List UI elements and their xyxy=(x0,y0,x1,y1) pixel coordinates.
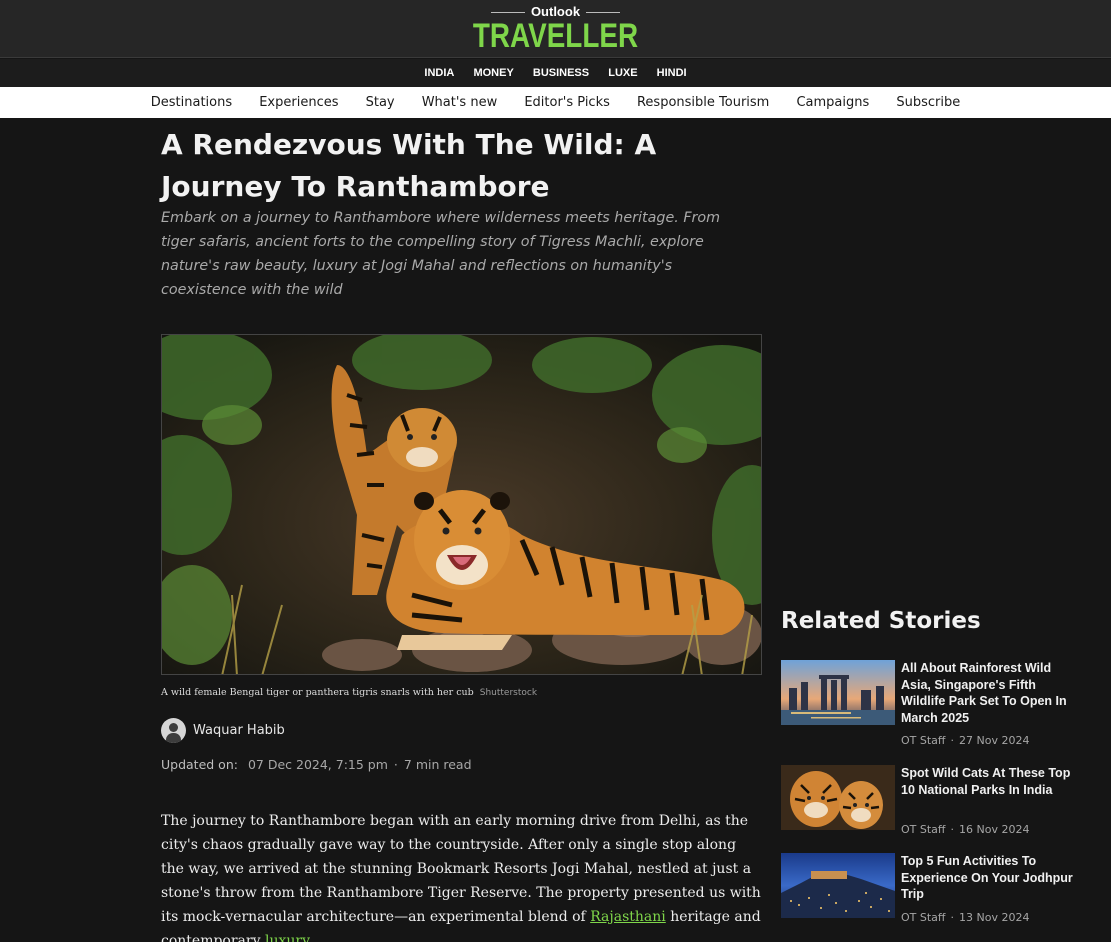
meta-dot: · xyxy=(950,823,955,836)
related-story-title[interactable]: Top 5 Fun Activities To Experience On Yo… xyxy=(901,853,1079,903)
story-date: 27 Nov 2024 xyxy=(959,734,1030,747)
article-subtitle: Embark on a journey to Ranthambore where… xyxy=(161,210,721,298)
nav-experiences[interactable]: Experiences xyxy=(259,87,338,118)
author-name[interactable]: Waquar Habib xyxy=(193,723,285,738)
author-avatar[interactable] xyxy=(161,717,186,743)
related-story-card[interactable]: All About Rainforest Wild Asia, Singapor… xyxy=(781,660,1081,750)
main-nav: Destinations Experiences Stay What's new… xyxy=(0,87,1111,118)
related-story-meta: OT Staff · 16 Nov 2024 xyxy=(901,823,1029,836)
image-credit: Shutterstock xyxy=(479,688,538,698)
edition-link-money[interactable]: MONEY xyxy=(473,59,513,87)
story-author[interactable]: OT Staff xyxy=(901,823,946,836)
nav-whats-new[interactable]: What's new xyxy=(422,87,498,118)
link-rajasthani[interactable]: Rajasthani xyxy=(590,909,666,925)
read-time: 7 min read xyxy=(403,757,472,772)
logo-rule-right xyxy=(586,12,621,14)
related-story-meta: OT Staff · 13 Nov 2024 xyxy=(901,911,1029,924)
article-body-paragraph: The journey to Ranthambore began with an… xyxy=(161,809,761,942)
tigers-thumbnail[interactable] xyxy=(781,765,895,830)
edition-link-business[interactable]: BUSINESS xyxy=(533,59,589,87)
site-header: Outlook TRAVELLER xyxy=(0,0,1111,58)
story-author[interactable]: OT Staff xyxy=(901,911,946,924)
singapore-skyline-thumbnail[interactable] xyxy=(781,660,895,725)
edition-link-india[interactable]: INDIA xyxy=(424,59,454,87)
edition-nav: INDIA MONEY BUSINESS LUXE HINDI xyxy=(0,59,1111,87)
article-meta: Updated on: 07 Dec 2024, 7:15 pm · 7 min r… xyxy=(161,757,472,772)
nav-campaigns[interactable]: Campaigns xyxy=(796,87,869,118)
hero-image-tigers[interactable] xyxy=(161,334,762,675)
meta-dot: · xyxy=(950,734,955,747)
meta-dot: · xyxy=(950,911,955,924)
author-byline[interactable]: Waquar Habib xyxy=(161,717,285,743)
nav-destinations[interactable]: Destinations xyxy=(151,87,232,118)
edition-link-luxe[interactable]: LUXE xyxy=(608,59,637,87)
related-story-meta: OT Staff · 27 Nov 2024 xyxy=(901,734,1029,747)
related-story-card[interactable]: Spot Wild Cats At These Top 10 National … xyxy=(781,765,1081,840)
caption-text: A wild female Bengal tiger or panthera t… xyxy=(161,687,474,698)
related-story-title[interactable]: Spot Wild Cats At These Top 10 National … xyxy=(901,765,1079,798)
story-author[interactable]: OT Staff xyxy=(901,734,946,747)
story-date: 16 Nov 2024 xyxy=(959,823,1030,836)
image-caption: A wild female Bengal tiger or panthera t… xyxy=(161,687,537,698)
logo-traveller[interactable]: TRAVELLER xyxy=(100,17,1011,55)
updated-date: 07 Dec 2024, 7:15 pm xyxy=(247,757,388,772)
article-title: A Rendezvous With The Wild: A Journey To… xyxy=(161,128,657,203)
related-story-title[interactable]: All About Rainforest Wild Asia, Singapor… xyxy=(901,660,1079,726)
nav-responsible-tourism[interactable]: Responsible Tourism xyxy=(637,87,769,118)
edition-link-hindi[interactable]: HINDI xyxy=(657,59,687,87)
story-date: 13 Nov 2024 xyxy=(959,911,1030,924)
related-stories-heading: Related Stories xyxy=(781,608,981,634)
jodhpur-night-thumbnail[interactable] xyxy=(781,853,895,918)
logo-rule-left xyxy=(490,12,525,14)
nav-subscribe[interactable]: Subscribe xyxy=(896,87,960,118)
nav-editors-picks[interactable]: Editor's Picks xyxy=(524,87,610,118)
body-text-end: . xyxy=(308,933,313,942)
updated-label: Updated on: xyxy=(161,757,238,772)
nav-stay[interactable]: Stay xyxy=(366,87,395,118)
link-luxury[interactable]: luxury xyxy=(265,933,308,942)
related-story-card[interactable]: Top 5 Fun Activities To Experience On Yo… xyxy=(781,853,1081,928)
meta-separator: · xyxy=(393,757,398,772)
